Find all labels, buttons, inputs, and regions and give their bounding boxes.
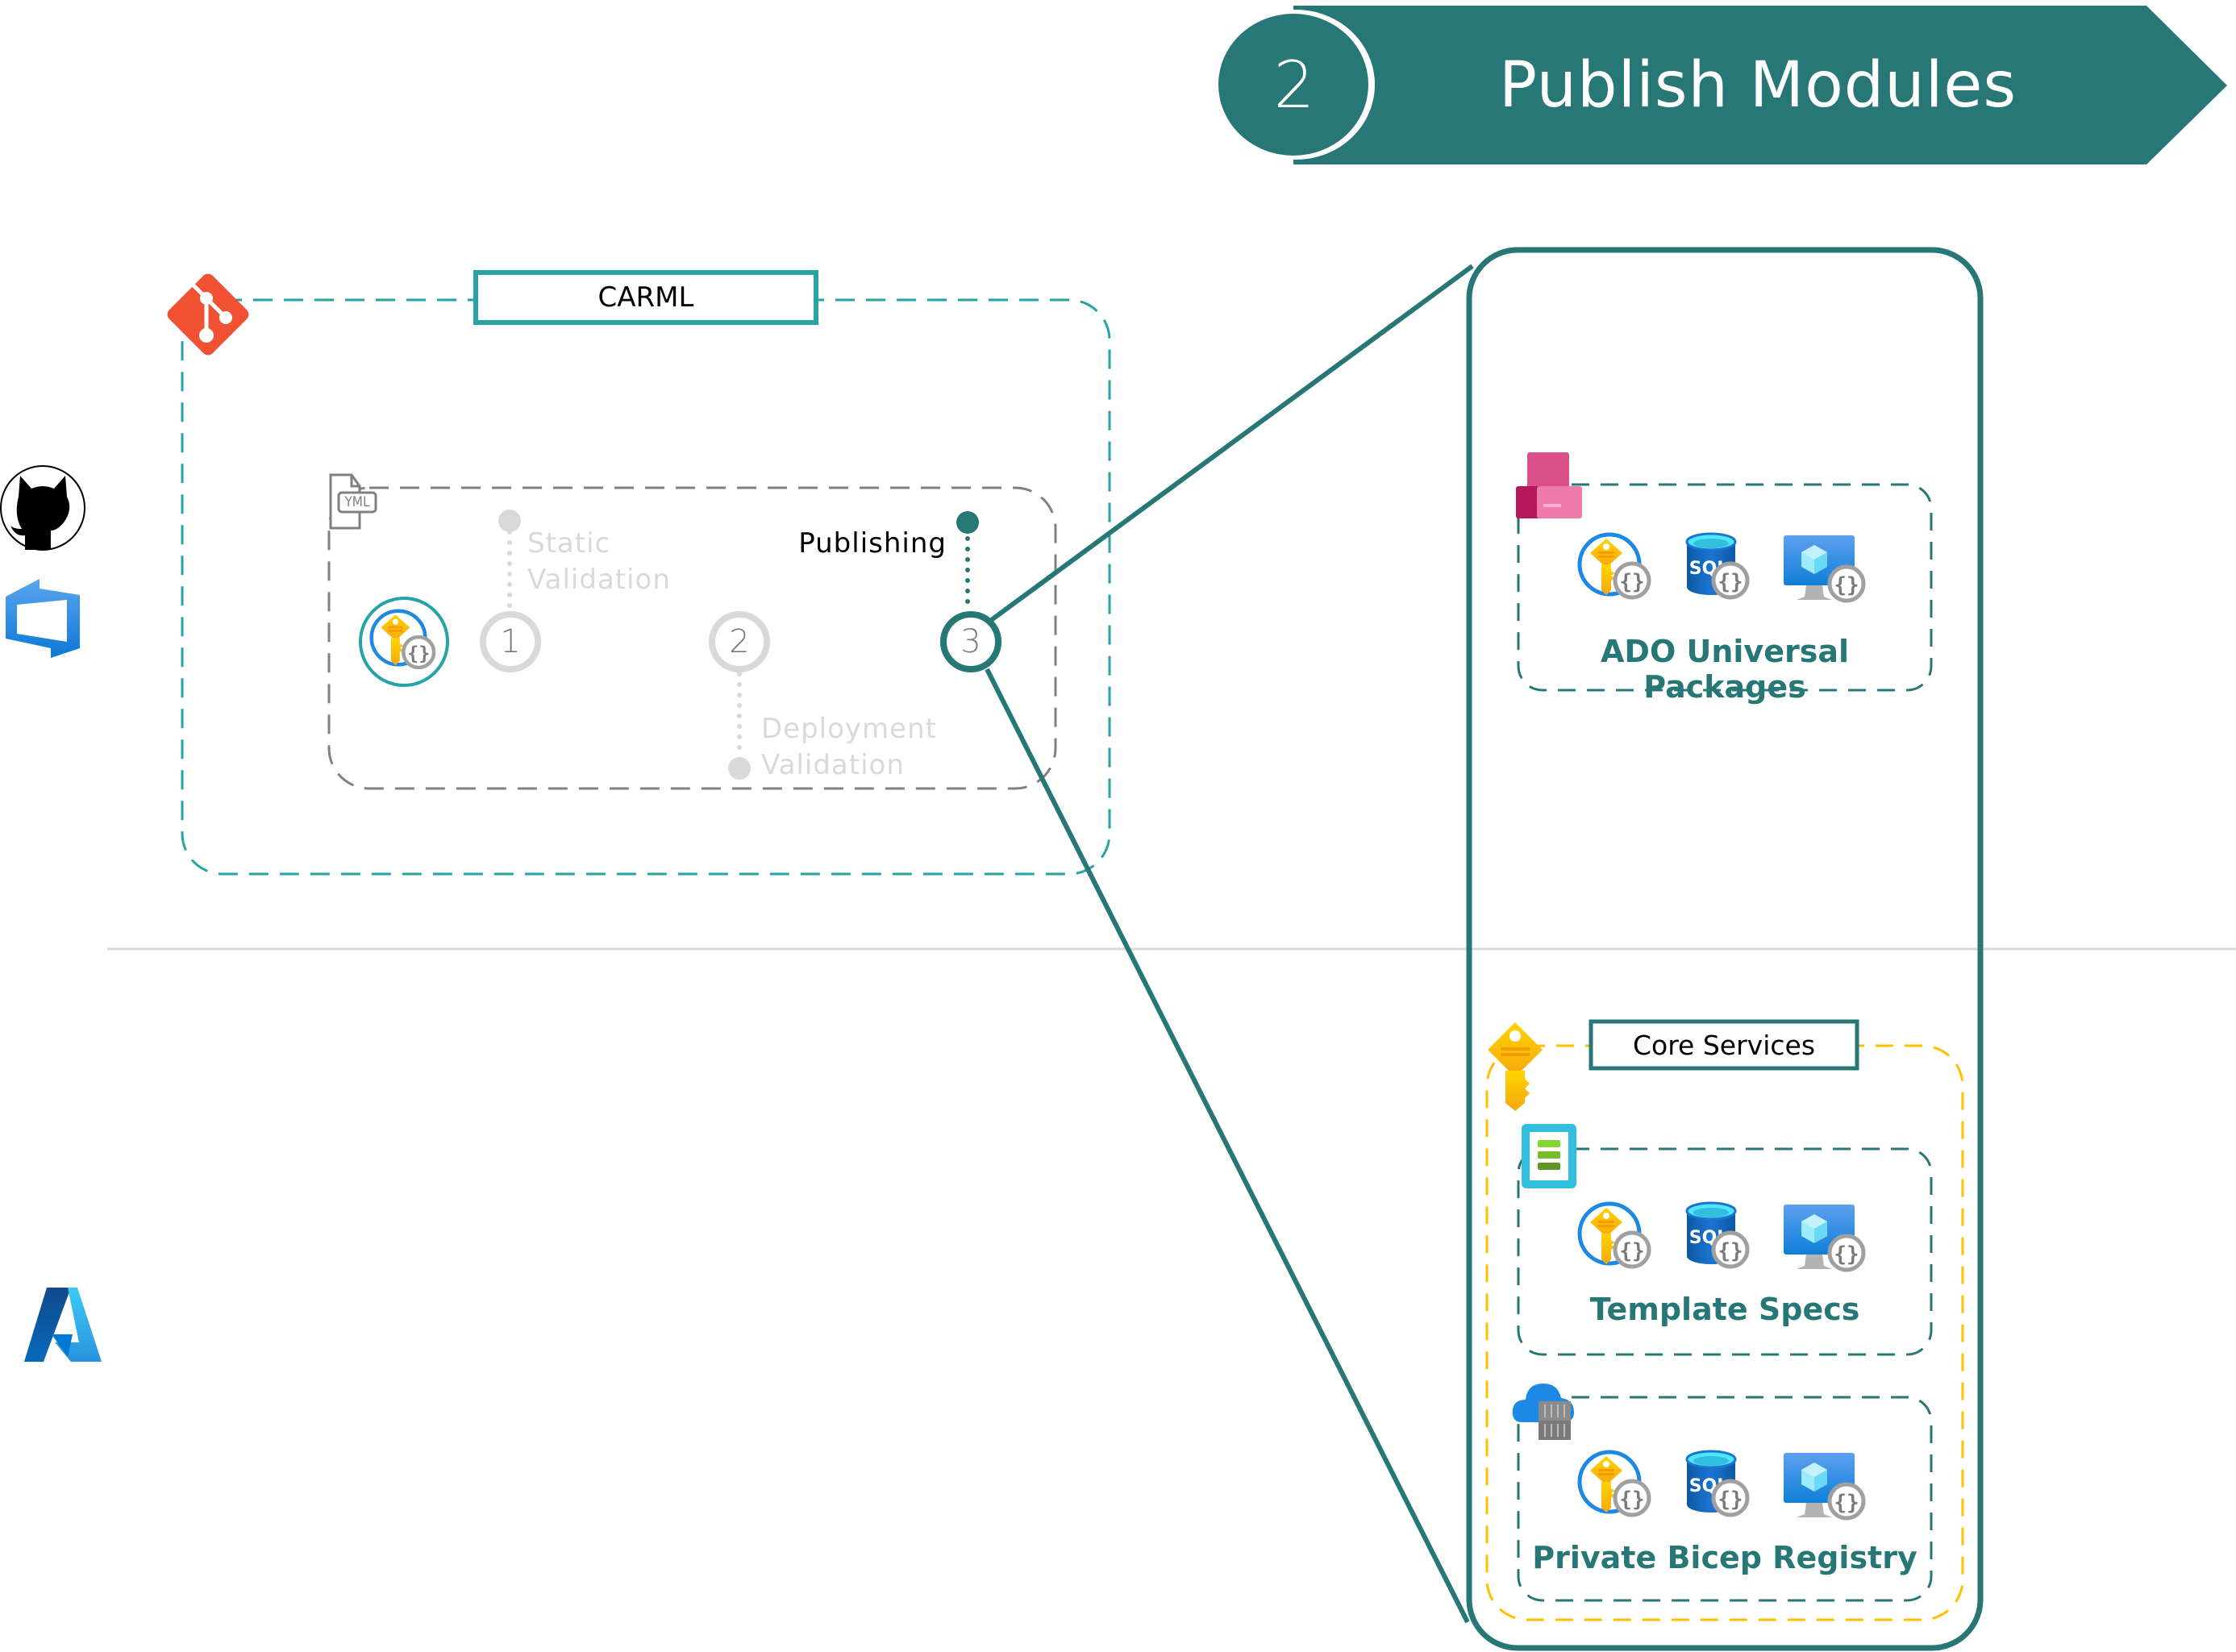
azure-devops-icon: [6, 579, 80, 658]
publish-connector-top: [989, 264, 1474, 623]
ado-universal-packages-label: ADO Universal Packages: [1601, 634, 1849, 705]
template-specs-icon: [1522, 1124, 1576, 1188]
core-services-label: Core Services: [1632, 1029, 1816, 1061]
carml-label: CARML: [598, 281, 694, 314]
ado-vm-module-icon: [1784, 535, 1863, 601]
bicep-registry-vm-module-icon: [1784, 1453, 1863, 1518]
stage-2-label-line2: Validation: [761, 749, 905, 781]
yml-file-label: YML: [344, 494, 370, 510]
stage-2-number: 2: [729, 623, 750, 660]
ado-key-vault-module-icon: [1580, 535, 1649, 597]
stage-2-label-line1: Deployment: [761, 713, 937, 745]
private-bicep-registry-label: Private Bicep Registry: [1532, 1540, 1917, 1575]
stage-1-marker: [498, 510, 521, 532]
stage-3-number: 3: [960, 623, 981, 660]
template-specs-key-vault-module-icon: [1580, 1204, 1649, 1267]
container-registry-icon: [1512, 1384, 1574, 1440]
key-vault-icon: [1488, 1022, 1543, 1111]
diagram-canvas: {} SQL: [0, 6, 2236, 1651]
stage-2-marker: [728, 757, 751, 780]
stage-3-label: Publishing: [798, 527, 947, 560]
stage-2-label: Deployment Validation: [761, 711, 937, 784]
template-specs-vm-module-icon: [1784, 1205, 1863, 1270]
bicep-registry-sql-module-icon: [1687, 1451, 1747, 1515]
stage-1-label-line2: Validation: [527, 564, 671, 596]
banner-title: Publish Modules: [1498, 48, 2017, 122]
publish-connector-bottom: [985, 668, 1470, 1624]
template-specs-sql-module-icon: [1687, 1203, 1747, 1267]
bicep-registry-key-vault-module-icon: [1580, 1452, 1649, 1515]
azure-icon: [24, 1288, 102, 1362]
github-icon: [0, 465, 85, 551]
stage-1-label-line1: Static: [527, 527, 611, 560]
template-specs-label: Template Specs: [1589, 1292, 1860, 1327]
stage-3-marker: [956, 511, 979, 534]
stage-1-number: 1: [500, 623, 521, 660]
ado-sql-module-icon: [1687, 534, 1747, 597]
banner-step-number: 2: [1273, 47, 1315, 123]
stage-1-label: Static Validation: [527, 526, 671, 598]
